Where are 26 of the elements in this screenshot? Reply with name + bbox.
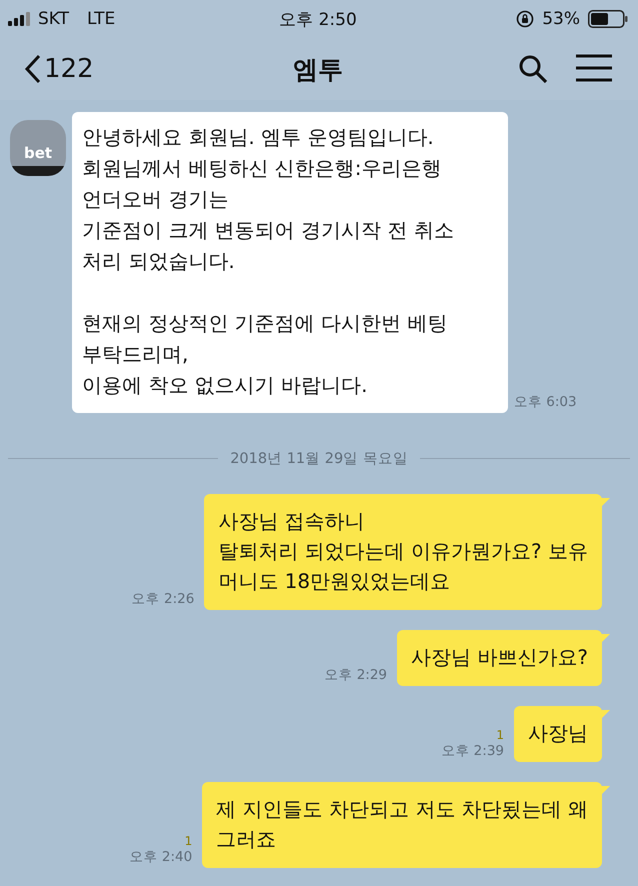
back-icon [24,54,42,84]
signal-icon [8,12,30,26]
date-divider: 2018년 11월 29일 목요일 [230,450,408,468]
carrier-label: SKT [38,9,70,29]
bubble-tail [600,498,610,508]
message-time: 오후 2:40 [130,848,192,866]
back-button[interactable]: 122 [24,54,94,84]
message-bubble: 안녕하세요 회원님. 엠투 운영팀입니다. 회원님께서 베팅하신 신한은행:우리은행 언더오버 경기는 기준점이 크게 변동되어 경기시작 전 취소 처리 되었숩니다. 현재의 정상적인 기준점에 다시한번 베팅 부탁드리며, 이용에 착오 없으시기 바랍니다. [72,112,508,413]
unread-count: 1 [496,728,504,742]
battery-icon [588,10,628,28]
network-label: LTE [87,9,116,29]
clock: 오후 2:50 [279,8,357,30]
message-time: 오후 2:29 [324,666,388,684]
menu-button[interactable] [576,54,612,84]
chat-title: 엠투 [293,54,343,86]
battery-percent: 53% [542,9,580,29]
unread-count: 1 [184,834,192,848]
message-time: 오후 6:03 [514,393,577,411]
message-time: 오후 2:26 [132,590,194,608]
search-button[interactable] [518,54,548,84]
bubble-tail [600,786,610,796]
avatar-label: bet [24,144,52,162]
bubble-tail [600,634,610,644]
rotation-lock-icon [516,10,534,28]
message-time: 오후 2:39 [441,742,504,760]
bubble-tail [600,710,610,720]
